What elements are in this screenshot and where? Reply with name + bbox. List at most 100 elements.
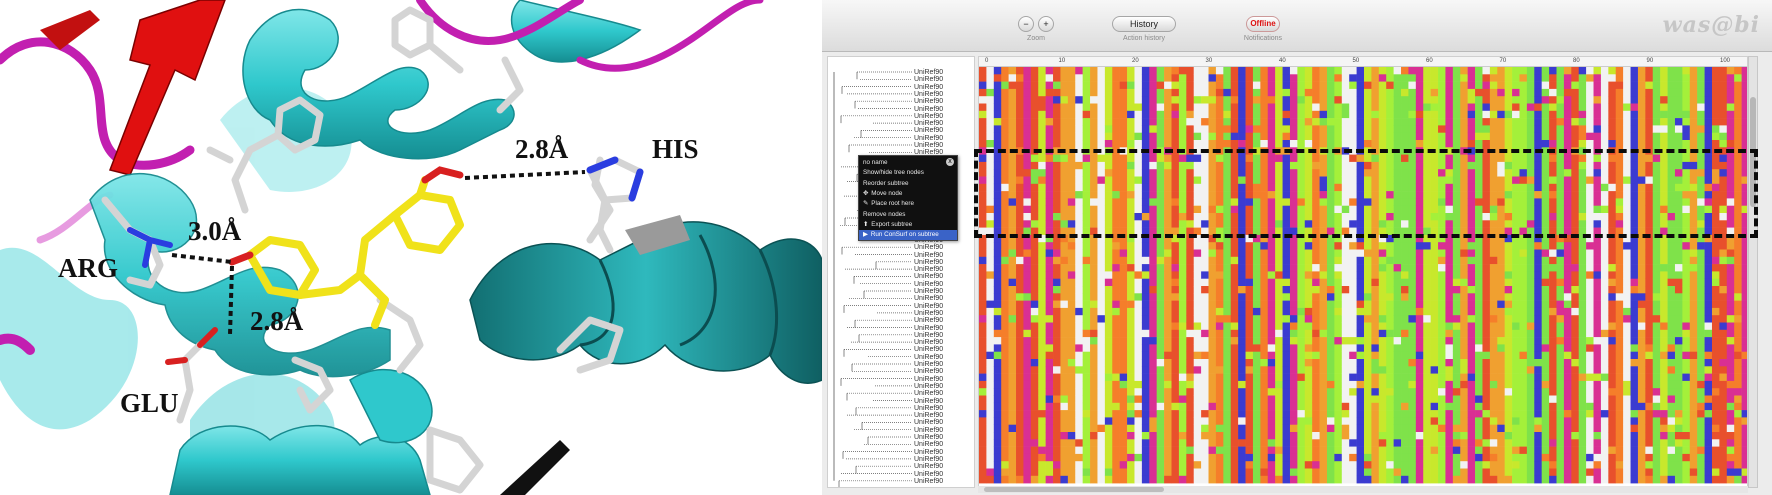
sequence-name[interactable]: UniRef90 xyxy=(914,383,943,390)
residue-cell xyxy=(1193,67,1202,75)
residue-cell xyxy=(1149,96,1157,104)
residue-cell xyxy=(1090,388,1098,396)
sequence-name[interactable]: UniRef90 xyxy=(914,281,943,288)
sequence-name[interactable]: UniRef90 xyxy=(914,463,943,470)
sequence-name[interactable]: UniRef90 xyxy=(914,252,943,259)
sequence-name[interactable]: UniRef90 xyxy=(914,266,943,273)
residue-cell xyxy=(1023,446,1032,455)
residue-cell xyxy=(1156,439,1165,447)
residue-cell xyxy=(1282,67,1291,75)
offline-status-button[interactable]: Offline xyxy=(1246,16,1280,32)
sequence-name[interactable]: UniRef90 xyxy=(914,346,943,353)
residue-cell xyxy=(1082,300,1091,309)
residue-cell xyxy=(1534,373,1542,382)
sequence-name[interactable]: UniRef90 xyxy=(914,120,943,127)
sequence-name[interactable]: UniRef90 xyxy=(914,398,943,405)
residue-cell xyxy=(1178,329,1187,338)
residue-cell xyxy=(1215,359,1224,367)
residue-cell xyxy=(1326,140,1335,148)
residue-cell xyxy=(1245,278,1254,287)
sequence-name[interactable]: UniRef90 xyxy=(914,478,943,485)
sequence-name[interactable]: UniRef90 xyxy=(914,113,943,120)
residue-cell xyxy=(1038,359,1046,367)
residue-cell xyxy=(1149,468,1157,477)
residue-cell xyxy=(1519,81,1528,90)
sequence-name[interactable]: UniRef90 xyxy=(914,339,943,346)
residue-cell xyxy=(1460,395,1468,404)
sequence-name[interactable]: UniRef90 xyxy=(914,412,943,419)
residue-cell xyxy=(1334,300,1343,309)
sequence-name[interactable]: UniRef90 xyxy=(914,376,943,383)
residue-cell xyxy=(1593,74,1602,82)
residue-cell xyxy=(1008,286,1017,294)
residue-cell xyxy=(1430,286,1439,294)
sequence-name[interactable]: UniRef90 xyxy=(914,427,943,434)
residue-cell xyxy=(1526,256,1535,265)
sequence-name[interactable]: UniRef90 xyxy=(914,419,943,426)
residue-cell xyxy=(1119,373,1128,382)
residue-cell xyxy=(1563,278,1572,287)
residue-cell xyxy=(1053,410,1061,418)
sequence-name[interactable]: UniRef90 xyxy=(914,98,943,105)
sequence-name[interactable]: UniRef90 xyxy=(914,317,943,324)
sequence-name[interactable]: UniRef90 xyxy=(914,288,943,295)
history-button[interactable]: History xyxy=(1112,16,1176,32)
residue-cell xyxy=(1541,132,1550,141)
sequence-name[interactable]: UniRef90 xyxy=(914,441,943,448)
sequence-name[interactable]: UniRef90 xyxy=(914,127,943,134)
residue-cell xyxy=(1297,388,1306,396)
sequence-name[interactable]: UniRef90 xyxy=(914,390,943,397)
residue-cell xyxy=(1423,264,1431,272)
residue-cell xyxy=(1526,125,1535,133)
residue-cell xyxy=(1467,395,1476,404)
residue-cell xyxy=(1134,88,1143,97)
sequence-name[interactable]: UniRef90 xyxy=(914,244,943,251)
residue-cell xyxy=(1504,278,1513,287)
residue-cell xyxy=(1275,67,1283,75)
sequence-name[interactable]: UniRef90 xyxy=(914,69,943,76)
residue-cell xyxy=(1275,74,1283,82)
sequence-name[interactable]: UniRef90 xyxy=(914,332,943,339)
residue-cell xyxy=(1408,461,1417,469)
residue-cell xyxy=(1393,271,1402,279)
residue-cell xyxy=(986,402,995,411)
sequence-name[interactable]: UniRef90 xyxy=(914,325,943,332)
sequence-name[interactable]: UniRef90 xyxy=(914,135,943,142)
residue-cell xyxy=(1282,432,1291,440)
sequence-name[interactable]: UniRef90 xyxy=(914,91,943,98)
sequence-name[interactable]: UniRef90 xyxy=(914,310,943,317)
sequence-name[interactable]: UniRef90 xyxy=(914,354,943,361)
sequence-name[interactable]: UniRef90 xyxy=(914,259,943,266)
zoom-out-button[interactable]: − xyxy=(1018,16,1034,32)
residue-cell xyxy=(1090,278,1098,287)
sequence-name[interactable]: UniRef90 xyxy=(914,303,943,310)
sequence-name[interactable]: UniRef90 xyxy=(914,84,943,91)
zoom-in-button[interactable]: + xyxy=(1038,16,1054,32)
residue-cell xyxy=(1164,264,1172,272)
residue-cell xyxy=(1541,417,1550,425)
sequence-name[interactable]: UniRef90 xyxy=(914,471,943,478)
residue-cell xyxy=(1571,388,1580,396)
residue-cell xyxy=(1312,110,1320,119)
residue-cell xyxy=(1053,81,1061,90)
sequence-name[interactable]: UniRef90 xyxy=(914,368,943,375)
sequence-name[interactable]: UniRef90 xyxy=(914,76,943,83)
alignment-pane[interactable]: 0 10 20 30 40 50 60 70 80 90 100 xyxy=(978,56,1748,488)
sequence-name[interactable]: UniRef90 xyxy=(914,449,943,456)
residue-cell xyxy=(1252,410,1261,418)
residue-cell xyxy=(1563,322,1572,331)
sequence-name[interactable]: UniRef90 xyxy=(914,273,943,280)
sequence-name[interactable]: UniRef90 xyxy=(914,434,943,441)
sequence-name[interactable]: UniRef90 xyxy=(914,142,943,149)
residue-cell xyxy=(1586,256,1594,265)
sequence-name[interactable]: UniRef90 xyxy=(914,361,943,368)
sequence-name[interactable]: UniRef90 xyxy=(914,106,943,113)
residue-cell xyxy=(1297,373,1306,382)
sequence-name[interactable]: UniRef90 xyxy=(914,295,943,302)
residue-cell xyxy=(1408,468,1417,477)
sequence-name[interactable]: UniRef90 xyxy=(914,456,943,463)
phylogenetic-tree-pane[interactable]: UniRef90 UniRef90 UniRef90 UniRef90 UniRef90… xyxy=(827,56,975,488)
residue-cell xyxy=(1149,424,1157,433)
residue-cell xyxy=(1097,351,1106,360)
sequence-name[interactable]: UniRef90 xyxy=(914,405,943,412)
